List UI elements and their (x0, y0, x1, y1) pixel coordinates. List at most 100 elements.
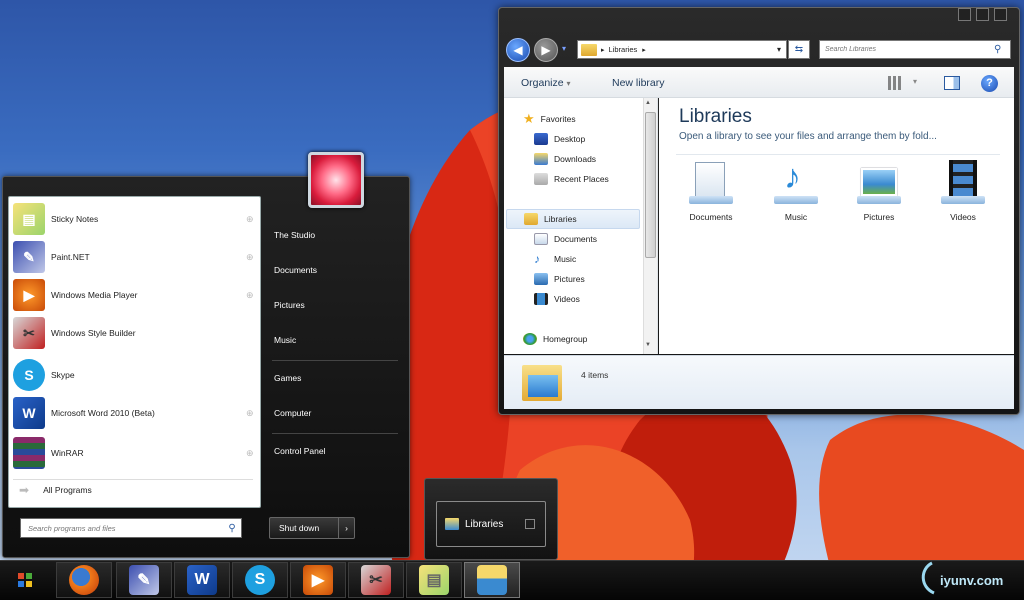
program-label: WinRAR (51, 448, 84, 458)
nav-homegroup[interactable]: Homegroup (523, 330, 587, 348)
start-button[interactable] (18, 573, 32, 587)
preview-item-libraries[interactable]: Libraries (436, 501, 546, 547)
nav-label: Recent Places (554, 174, 609, 184)
breadcrumb-arrow-icon[interactable]: ▸ (642, 46, 646, 54)
all-programs-button[interactable]: ➡ All Programs (13, 479, 253, 499)
chevron-down-icon[interactable]: ▾ (913, 77, 917, 86)
library-item-music[interactable]: ♪ Music (763, 158, 829, 222)
nav-videos[interactable]: Videos (534, 290, 580, 308)
videos-icon (534, 293, 548, 305)
program-item-winrar[interactable]: WinRAR ⊕ (9, 435, 260, 471)
organize-button[interactable]: Organize ▾ (521, 77, 571, 89)
nav-recent-places[interactable]: Recent Places (534, 170, 609, 188)
chevron-right-icon[interactable]: › (338, 518, 354, 538)
divider (272, 433, 398, 434)
forward-arrow-icon[interactable]: ▶ (534, 38, 558, 62)
start-right-item-control-panel[interactable]: Control Panel (274, 446, 326, 462)
taskbar-app-explorer[interactable] (464, 562, 520, 598)
explorer-search-box[interactable]: ⚲ (819, 40, 1011, 59)
new-library-button[interactable]: New library (612, 77, 665, 89)
program-item-style-builder[interactable]: ✂ Windows Style Builder (9, 315, 260, 351)
shutdown-button[interactable]: Shut down › (269, 517, 355, 539)
start-search-box[interactable]: ⚲ (20, 518, 242, 538)
explorer-toolbar (504, 67, 1014, 98)
start-right-item-the-studio[interactable]: The Studio (274, 230, 315, 246)
library-label: Documents (689, 212, 733, 222)
sticky-notes-icon: ▤ (13, 203, 45, 235)
submenu-arrow-icon[interactable]: ⊕ (246, 290, 260, 301)
submenu-arrow-icon[interactable]: ⊕ (246, 408, 260, 419)
nav-scrollbar[interactable]: ▲ ▼ (643, 98, 657, 354)
preview-pane-icon[interactable] (944, 76, 960, 90)
taskbar-app-skype[interactable]: S (232, 562, 288, 598)
view-icon[interactable] (888, 76, 902, 90)
program-item-media-player[interactable]: ▶ Windows Media Player ⊕ (9, 277, 260, 313)
page-subtitle: Open a library to see your files and arr… (679, 131, 937, 142)
nav-music[interactable]: ♪ Music (534, 250, 576, 268)
start-search-input[interactable] (28, 523, 223, 533)
program-item-paint-net[interactable]: ✎ Paint.NET ⊕ (9, 239, 260, 275)
taskbar-app-paint-net[interactable]: ✎ (116, 562, 172, 598)
nav-label: Music (554, 254, 577, 264)
start-right-item-computer[interactable]: Computer (274, 408, 311, 424)
program-item-skype[interactable]: S Skype (9, 357, 260, 393)
nav-label: Videos (554, 294, 580, 304)
skype-icon: S (245, 565, 275, 595)
program-item-word[interactable]: W Microsoft Word 2010 (Beta) ⊕ (9, 395, 260, 431)
help-icon[interactable]: ? (981, 75, 998, 92)
close-button[interactable] (994, 8, 1007, 21)
program-item-sticky-notes[interactable]: ▤ Sticky Notes ⊕ (9, 201, 260, 237)
library-item-pictures[interactable]: Pictures (846, 160, 912, 222)
nav-libraries[interactable]: Libraries (524, 210, 577, 228)
recent-pages-chevron-icon[interactable]: ▾ (562, 44, 566, 53)
search-icon[interactable]: ⚲ (994, 44, 1010, 55)
submenu-arrow-icon[interactable]: ⊕ (246, 252, 260, 263)
explorer-search-input[interactable] (825, 46, 994, 53)
address-text[interactable]: Libraries (609, 45, 638, 54)
start-right-item-games[interactable]: Games (274, 373, 301, 389)
taskbar-app-sticky-notes[interactable]: ▤ (406, 562, 462, 598)
minimize-button[interactable] (958, 8, 971, 21)
pictures-icon (534, 273, 548, 285)
organize-label: Organize (521, 77, 564, 89)
library-item-documents[interactable]: Documents (678, 160, 744, 222)
taskbar-app-style-builder[interactable]: ✂ (348, 562, 404, 598)
nav-downloads[interactable]: Downloads (534, 150, 596, 168)
program-label: Microsoft Word 2010 (Beta) (51, 408, 155, 418)
documents-icon (534, 233, 548, 245)
maximize-button[interactable] (976, 8, 989, 21)
documents-library-icon (687, 160, 735, 208)
close-icon[interactable] (525, 519, 535, 529)
nav-favorites[interactable]: ★ Favorites (523, 110, 576, 128)
scroll-down-icon[interactable]: ▼ (645, 342, 651, 348)
nav-documents[interactable]: Documents (534, 230, 597, 248)
nav-label: Favorites (540, 114, 576, 124)
scroll-thumb[interactable] (645, 112, 656, 258)
all-programs-label: All Programs (43, 484, 92, 495)
style-builder-icon: ✂ (13, 317, 45, 349)
user-avatar[interactable] (308, 152, 364, 208)
start-right-item-documents[interactable]: Documents (274, 265, 317, 281)
address-dropdown-icon[interactable]: ▾ (777, 45, 781, 54)
nav-desktop[interactable]: Desktop (534, 130, 585, 148)
breadcrumb-arrow-icon[interactable]: ▸ (601, 46, 605, 54)
start-right-item-pictures[interactable]: Pictures (274, 300, 305, 316)
taskbar-app-media-player[interactable]: ▶ (290, 562, 346, 598)
style-builder-icon: ✂ (361, 565, 391, 595)
taskbar-app-word[interactable]: W (174, 562, 230, 598)
address-bar[interactable]: ▸ Libraries ▸ ▾ (577, 40, 787, 59)
start-right-item-music[interactable]: Music (274, 335, 296, 351)
submenu-arrow-icon[interactable]: ⊕ (246, 448, 260, 459)
taskbar-app-firefox[interactable] (56, 562, 112, 598)
library-item-videos[interactable]: Videos (930, 160, 996, 222)
desktop-icon (534, 133, 548, 145)
back-arrow-icon[interactable]: ◀ (506, 38, 530, 62)
scroll-up-icon[interactable]: ▲ (645, 100, 651, 106)
submenu-arrow-icon[interactable]: ⊕ (246, 214, 260, 225)
refresh-button[interactable]: ⇆ (788, 40, 810, 59)
nav-pictures[interactable]: Pictures (534, 270, 585, 288)
search-icon[interactable]: ⚲ (223, 523, 241, 534)
program-label: Sticky Notes (51, 214, 99, 224)
word-icon: W (13, 397, 45, 429)
music-library-icon: ♪ (772, 158, 820, 208)
